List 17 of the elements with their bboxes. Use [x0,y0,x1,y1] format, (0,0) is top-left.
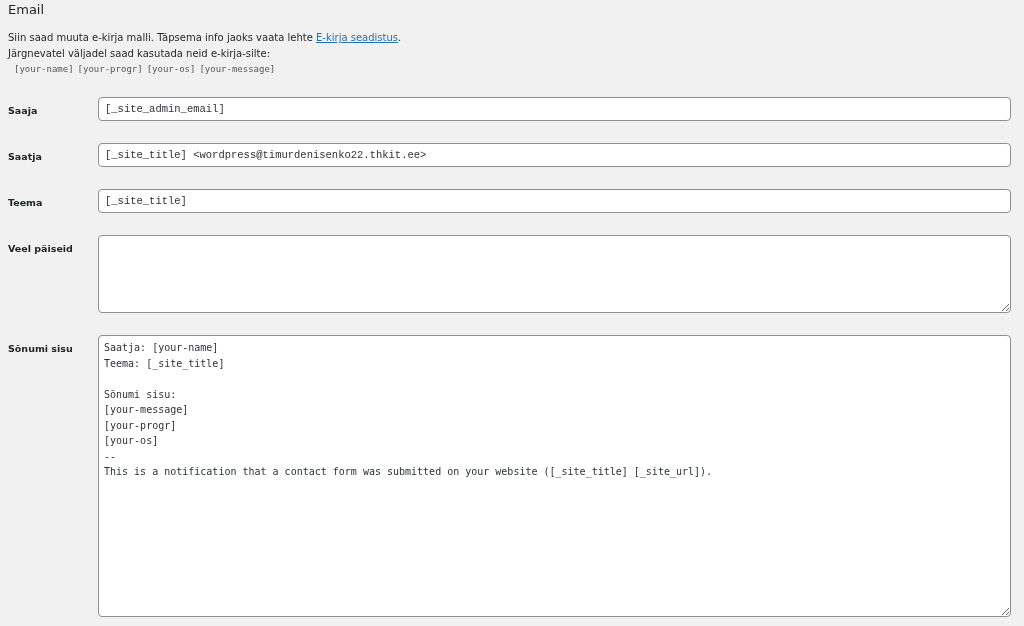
mail-tag: [your-name] [14,64,74,74]
field-label: Saaja [8,104,39,118]
description-text: Siin saad muuta e-kirja malli. Täpsema info jaoks vaata lehte E-kirja seadistus. [8,31,403,45]
mail-tag: [your-progr] [77,64,143,74]
field-label: Veel päiseid [8,242,74,256]
mail-tag: [your-os] [146,64,196,74]
mail-tag: [your-message] [199,64,276,74]
text-area[interactable]: Saatja: [your-name] Teema: [_site_title] Sõnumi sisu: [your-message] [your-progr] [your-os] -- This is a notification that a contact form was submitted on your website ([_site_title] [_site_url]). [98,335,1011,617]
field-label: Sõnumi sisu [8,342,74,356]
field-label: Teema [8,196,44,210]
field-label: Saatja [8,150,43,164]
text-field[interactable]: [_site_title] [98,189,1011,213]
text-field[interactable]: [_site_title] <wordpress@timurdenisenko22.thkit.ee> [98,143,1011,167]
tags-intro-text: Järgnevatel väljadel saad kasutada neid e-kirja-silte: [8,47,272,61]
text-area[interactable] [98,235,1011,313]
text-field[interactable]: [_site_admin_email] [98,97,1011,121]
section-title: Email [8,2,46,18]
